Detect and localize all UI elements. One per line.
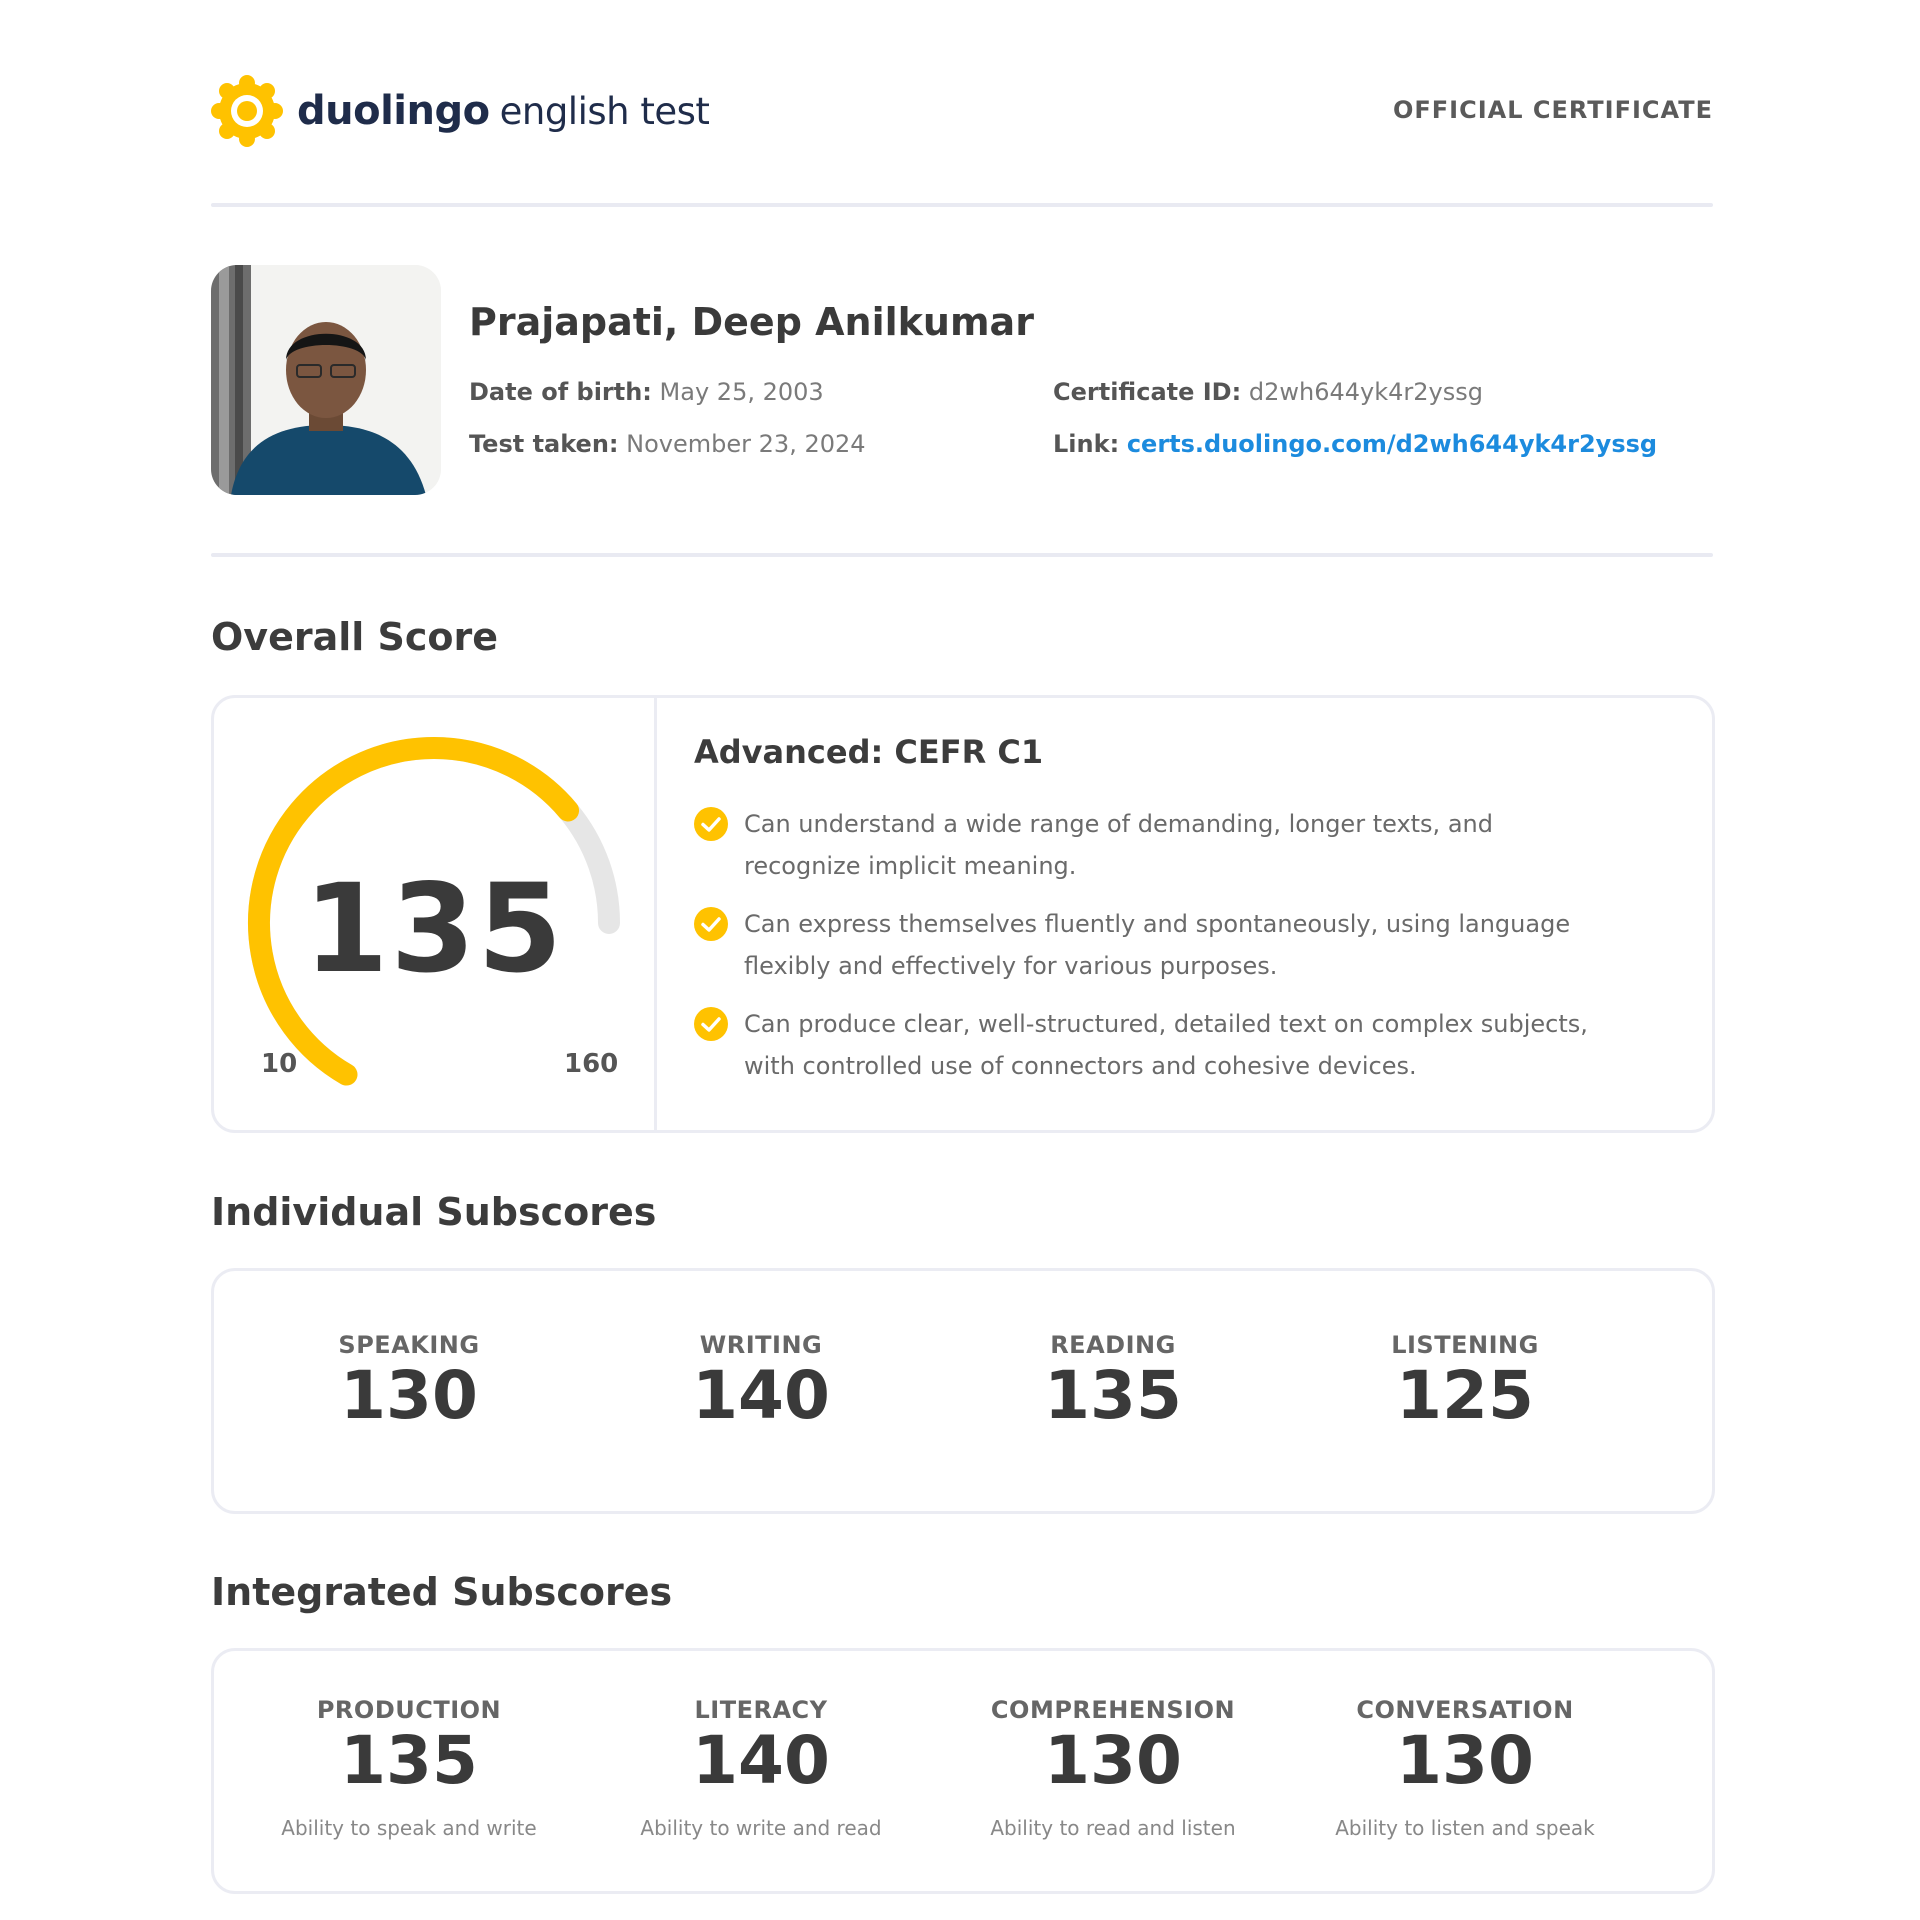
certificate-link-row: Link: certs.duolingo.com/d2wh644yk4r2yss… (1053, 430, 1657, 458)
subscore-label: LITERACY (694, 1696, 828, 1724)
subscore-reading: READING 135 (938, 1331, 1288, 1433)
subscore-description: Ability to read and listen (990, 1816, 1236, 1840)
certificate-page: duolingo english test OFFICIAL CERTIFICA… (0, 0, 1920, 1920)
test-date: Test taken: November 23, 2024 (469, 430, 866, 458)
subscore-value: 140 (692, 1357, 830, 1434)
test-date-value: November 23, 2024 (626, 430, 866, 458)
overall-score-title: Overall Score (211, 615, 499, 659)
subscore-value: 140 (692, 1722, 830, 1799)
integrated-subscores-card: PRODUCTION 135 Ability to speak and writ… (211, 1648, 1715, 1894)
subscore-label: SPEAKING (338, 1331, 480, 1359)
descriptor-line: Can express themselves fluently and spon… (744, 910, 1571, 938)
certificate-id-value: d2wh644yk4r2yssg (1248, 378, 1483, 406)
subscore-value: 135 (340, 1722, 478, 1799)
check-circle-icon (694, 907, 728, 941)
certificate-header: duolingo english test OFFICIAL CERTIFICA… (211, 72, 1713, 150)
brand-product: english test (499, 89, 710, 133)
candidate-name: Prajapati, Deep Anilkumar (469, 300, 1034, 344)
descriptor-line: with controlled use of connectors and co… (744, 1052, 1417, 1080)
certificate-id: Certificate ID: d2wh644yk4r2yssg (1053, 378, 1483, 406)
overall-card-separator (654, 698, 657, 1130)
subscore-label: CONVERSATION (1356, 1696, 1574, 1724)
certificate-id-label: Certificate ID: (1053, 378, 1242, 406)
descriptor-item: Can produce clear, well-structured, deta… (694, 1003, 1634, 1087)
date-of-birth: Date of birth: May 25, 2003 (469, 378, 824, 406)
integrated-subscores-title: Integrated Subscores (211, 1570, 673, 1614)
person-photo-icon (211, 265, 441, 495)
subscore-comprehension: COMPREHENSION 130 Ability to read and li… (938, 1696, 1288, 1840)
dob-value: May 25, 2003 (659, 378, 824, 406)
subscore-label: LISTENING (1391, 1331, 1539, 1359)
subscore-description: Ability to write and read (640, 1816, 882, 1840)
profile-divider (211, 553, 1713, 557)
descriptor-line: Can produce clear, well-structured, deta… (744, 1010, 1588, 1038)
test-date-label: Test taken: (469, 430, 619, 458)
subscore-conversation: CONVERSATION 130 Ability to listen and s… (1290, 1696, 1640, 1840)
cefr-level: Advanced: CEFR C1 (694, 733, 1044, 771)
certificate-link-label: Link: (1053, 430, 1120, 458)
subscore-value: 135 (1044, 1357, 1182, 1434)
duolingo-badge-icon (211, 75, 283, 147)
certificate-link[interactable]: certs.duolingo.com/d2wh644yk4r2yssg (1127, 430, 1657, 458)
subscore-literacy: LITERACY 140 Ability to write and read (586, 1696, 936, 1840)
official-certificate-label: OFFICIAL CERTIFICATE (1392, 96, 1713, 124)
subscore-label: COMPREHENSION (990, 1696, 1236, 1724)
subscore-value: 130 (1396, 1722, 1534, 1799)
subscore-production: PRODUCTION 135 Ability to speak and writ… (234, 1696, 584, 1840)
candidate-photo (211, 265, 441, 495)
subscore-value: 130 (1044, 1722, 1182, 1799)
individual-subscores-card: SPEAKING 130 WRITING 140 READING 135 LIS… (211, 1268, 1715, 1514)
score-gauge: 135 10 160 (214, 698, 654, 1130)
descriptor-line: flexibly and effectively for various pur… (744, 952, 1278, 980)
subscore-label: WRITING (699, 1331, 823, 1359)
descriptor-line: recognize implicit meaning. (744, 852, 1077, 880)
duolingo-logo[interactable]: duolingo english test (211, 72, 710, 150)
descriptor-line: Can understand a wide range of demanding… (744, 810, 1493, 838)
overall-score-value: 135 (303, 858, 565, 1000)
subscore-speaking: SPEAKING 130 (234, 1331, 584, 1433)
brand-name: duolingo (297, 88, 490, 134)
descriptor-item: Can understand a wide range of demanding… (694, 803, 1634, 887)
check-circle-icon (694, 1007, 728, 1041)
subscore-value: 125 (1396, 1357, 1534, 1434)
subscore-label: READING (1050, 1331, 1176, 1359)
gauge-max-label: 160 (564, 1049, 619, 1079)
dob-label: Date of birth: (469, 378, 652, 406)
subscore-listening: LISTENING 125 (1290, 1331, 1640, 1433)
check-circle-icon (694, 807, 728, 841)
subscore-description: Ability to speak and write (281, 1816, 537, 1840)
descriptor-item: Can express themselves fluently and spon… (694, 903, 1634, 987)
header-divider (211, 203, 1713, 207)
subscore-label: PRODUCTION (316, 1696, 502, 1724)
gauge-min-label: 10 (261, 1049, 298, 1079)
subscore-writing: WRITING 140 (586, 1331, 936, 1433)
subscore-value: 130 (340, 1357, 478, 1434)
subscore-description: Ability to listen and speak (1335, 1816, 1595, 1840)
individual-subscores-title: Individual Subscores (211, 1190, 657, 1234)
overall-score-card: 135 10 160 Advanced: CEFR C1 Can underst… (211, 695, 1715, 1133)
